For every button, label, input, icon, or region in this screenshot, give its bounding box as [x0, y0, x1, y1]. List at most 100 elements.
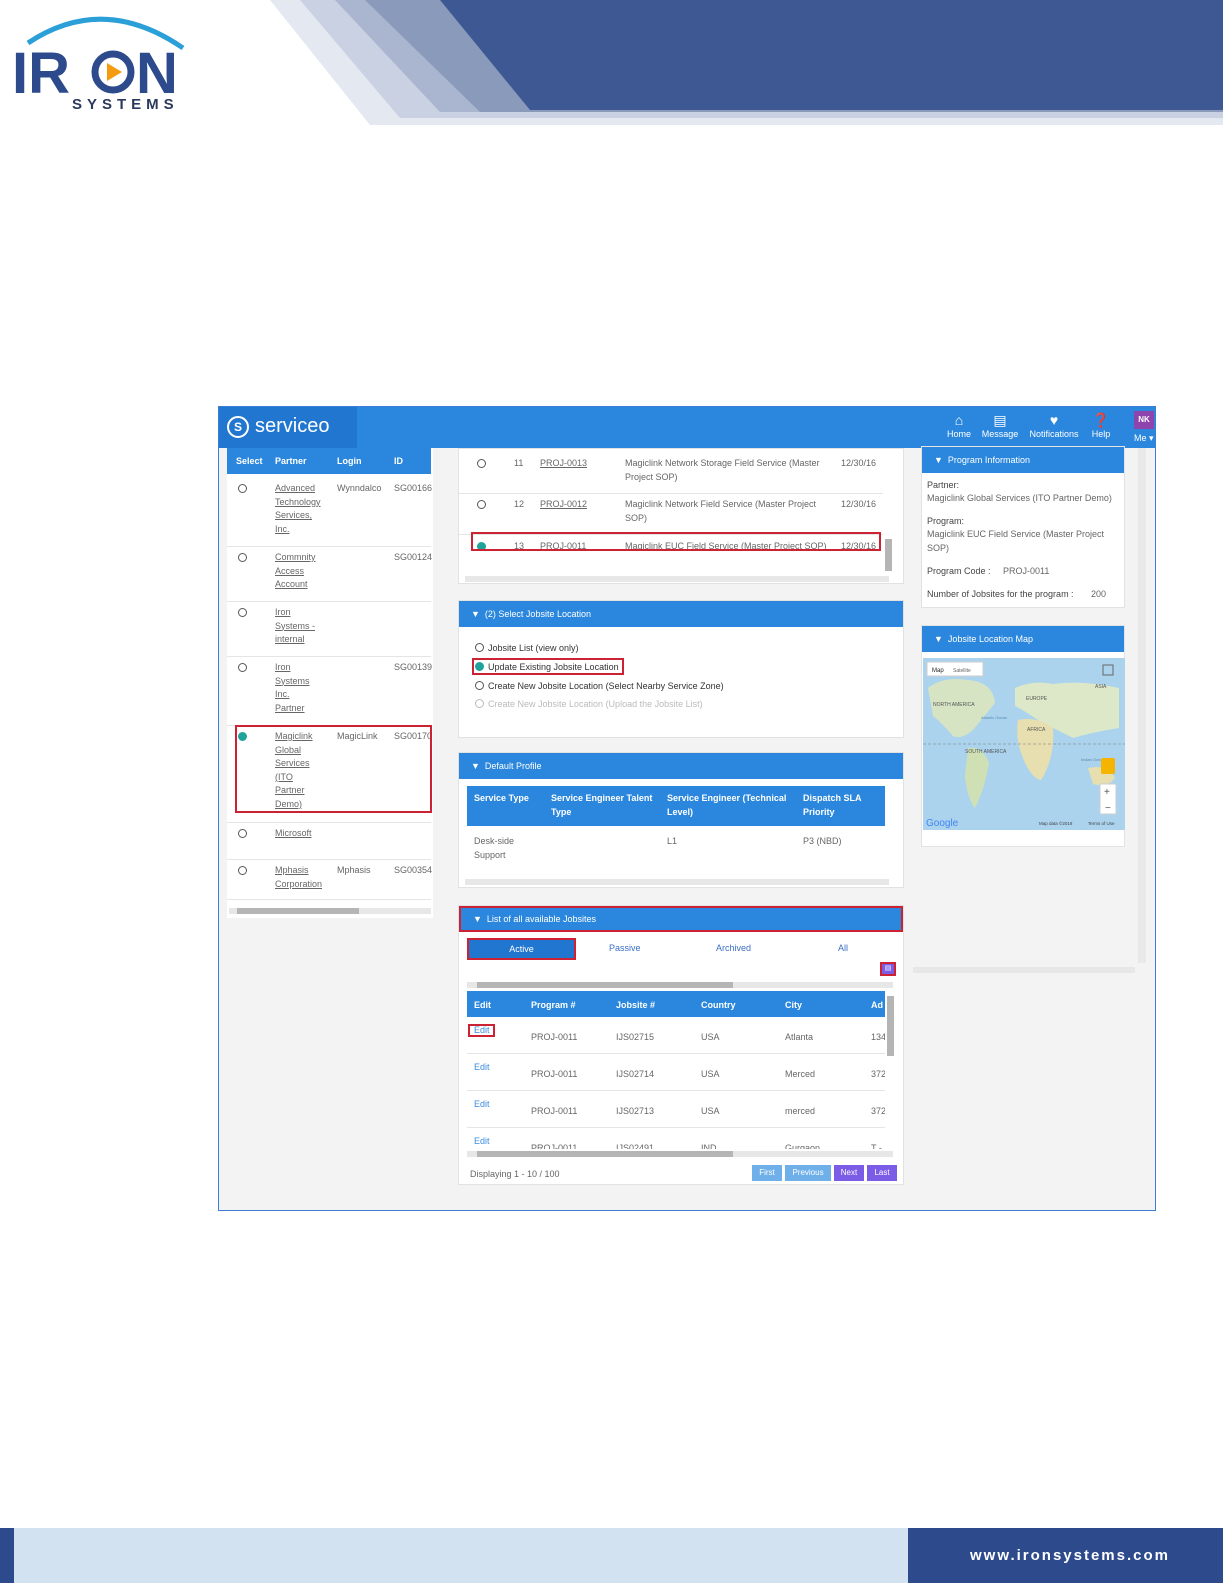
profile-hscroll[interactable]: [465, 879, 889, 885]
jobsite-map-title: Jobsite Location Map: [947, 634, 1033, 644]
partner-row[interactable]: Iron Systems - internal: [227, 602, 431, 657]
jobsite-program: PROJ-0011: [531, 1032, 578, 1042]
partner-row[interactable]: Iron Systems Inc. Partner SG00139: [227, 657, 432, 726]
tab-passive[interactable]: Passive: [609, 943, 641, 953]
partner-name-link[interactable]: Iron Systems - internal: [275, 606, 315, 647]
jobsite-row[interactable]: Edit PROJ-0011 IJS02713 USA merced 372: [467, 1091, 885, 1128]
pager-first[interactable]: First: [752, 1165, 782, 1181]
jobsite-count-label: Number of Jobsites for the program :: [927, 589, 1074, 599]
program-info-header[interactable]: ▼ Program Information: [922, 447, 1124, 473]
jobsites-top-hscroll[interactable]: [467, 982, 893, 988]
map-label-africa: AFRICA: [1027, 727, 1046, 733]
jobsites-vscroll[interactable]: [887, 996, 894, 1056]
partner-select-radio[interactable]: [238, 866, 247, 875]
default-profile-header[interactable]: ▼ Default Profile: [459, 753, 903, 779]
footer-url[interactable]: www.ironsystems.com: [970, 1547, 1170, 1564]
program-row[interactable]: 12 PROJ-0012 Magiclink Network Field Servi…: [459, 496, 883, 536]
partner-name-line: Services,: [275, 510, 313, 520]
footer-left-edge: [0, 1528, 14, 1583]
jobsite-program: PROJ-0011: [531, 1106, 578, 1116]
partner-select-radio[interactable]: [238, 663, 247, 672]
jobsite-row[interactable]: Edit PROJ-0011 IJS02714 USA Merced 372: [467, 1054, 885, 1091]
brand[interactable]: S serviceo: [219, 407, 357, 448]
jobsite-address: T - I: [871, 1143, 885, 1149]
partner-row[interactable]: Commnity Access Account SG00124: [227, 547, 433, 602]
column-toggle-icon[interactable]: ▤: [880, 962, 896, 976]
jobsites-title: List of all available Jobsites: [486, 914, 596, 924]
program-name: Magiclink Network Storage Field Service …: [625, 458, 820, 482]
partner-row[interactable]: Advanced Technology Services, Inc. Wynndalco…: [227, 478, 432, 547]
partner-select-radio[interactable]: [238, 553, 247, 562]
footer-light-band: [0, 1528, 908, 1583]
partner-name-link[interactable]: Microsoft: [275, 827, 312, 841]
program-code-link[interactable]: PROJ-0012: [540, 498, 587, 512]
pager-next[interactable]: Next: [834, 1165, 864, 1181]
jobsite-city: Atlanta: [785, 1032, 814, 1042]
zoom-in-icon: +: [1104, 787, 1110, 798]
partner-name-line: Systems: [275, 675, 310, 686]
program-code-label: Program Code :: [927, 566, 991, 576]
partner-row[interactable]: Mphasis Corporation Mphasis SG00354: [227, 860, 432, 900]
jobsites-header[interactable]: ▼ List of all available Jobsites: [459, 906, 903, 932]
partner-row[interactable]: Microsoft: [227, 823, 431, 860]
jobsites-bottom-hscroll[interactable]: [467, 1151, 893, 1157]
world-map[interactable]: Map Satellite NORTH AMERICA EUROPE ASIA …: [923, 658, 1125, 830]
nav-help[interactable]: ❓ Help: [1089, 411, 1113, 439]
jobsite-address: 134: [871, 1032, 885, 1042]
partner-select-radio[interactable]: [238, 829, 247, 838]
jobsite-row[interactable]: Edit PROJ-0011 IJS02491 IND Gurgaon T - I: [467, 1128, 885, 1149]
jobsite-map-panel: ▼ Jobsite Location Map Map Satellite NOR…: [921, 625, 1125, 847]
program-select-radio[interactable]: [477, 500, 486, 509]
program-select-radio[interactable]: [477, 459, 486, 468]
nav-message[interactable]: ▤ Message: [980, 411, 1020, 439]
partner-name-link[interactable]: Advanced Technology Services, Inc.: [275, 482, 321, 536]
partner-name-line: Mphasis: [275, 865, 309, 875]
app-name: serviceo: [255, 415, 330, 437]
tab-active[interactable]: Active: [467, 938, 576, 960]
jobsite-edit-link[interactable]: Edit: [474, 1061, 490, 1075]
partner-name-link[interactable]: Commnity Access Account: [275, 551, 316, 592]
jobsite-map-header[interactable]: ▼ Jobsite Location Map: [922, 626, 1124, 652]
radio-jobsite-list[interactable]: [475, 643, 484, 652]
pager-last[interactable]: Last: [867, 1165, 897, 1181]
user-menu[interactable]: Me ▾: [1134, 433, 1154, 444]
jobsite-number: IJS02714: [616, 1069, 655, 1079]
program-list-hscroll[interactable]: [465, 576, 889, 582]
col-country: Country: [701, 1000, 736, 1010]
jobsite-row[interactable]: Edit PROJ-0011 IJS02715 USA Atlanta 134: [467, 1017, 885, 1054]
partner-select-radio[interactable]: [238, 484, 247, 493]
user-avatar[interactable]: NK: [1134, 411, 1154, 429]
partner-table-hscroll[interactable]: [229, 908, 431, 914]
partner-id: SG00124: [394, 552, 433, 562]
program-row[interactable]: 11 PROJ-0013 Magiclink Network Storage Fie…: [459, 455, 883, 495]
partner-name-link[interactable]: Mphasis Corporation: [275, 864, 322, 891]
program-list-panel: 11 PROJ-0013 Magiclink Network Storage Fie…: [458, 448, 904, 584]
jobsite-country: IND: [701, 1143, 717, 1149]
partner-name-link[interactable]: Iron Systems Inc. Partner: [275, 661, 310, 715]
right-column-hscroll[interactable]: [913, 967, 1135, 973]
tab-archived[interactable]: Archived: [716, 943, 751, 953]
partner-name-line: Inc.: [275, 689, 290, 699]
tab-all[interactable]: All: [838, 943, 848, 953]
right-column-vscroll[interactable]: [1138, 448, 1146, 963]
nav-message-label: Message: [981, 429, 1019, 439]
map-attribution: Map data ©2018: [1039, 820, 1073, 826]
map-label-asia: ASIA: [1095, 684, 1107, 690]
col-jobsite: Jobsite #: [616, 1000, 656, 1010]
jobsite-location-header[interactable]: ▼ (2) Select Jobsite Location: [459, 601, 903, 627]
program-code-link[interactable]: PROJ-0013: [540, 457, 587, 471]
program-info-title: Program Information: [947, 455, 1030, 465]
jobsite-edit-link[interactable]: Edit: [474, 1135, 490, 1149]
default-profile-panel: ▼ Default Profile Service Type Service E…: [458, 752, 904, 888]
partner-select-radio[interactable]: [238, 608, 247, 617]
program-list-vscroll[interactable]: [885, 539, 892, 571]
partner-value: Magiclink Global Services (ITO Partner D…: [927, 493, 1112, 503]
partner-name-line: Microsoft: [275, 828, 312, 838]
jobsite-edit-link[interactable]: Edit: [474, 1098, 490, 1112]
pegman-icon: [1101, 758, 1115, 774]
option-label: Create New Jobsite Location (Upload the …: [488, 699, 703, 709]
nav-notifications[interactable]: ♥ Notifications: [1028, 411, 1080, 439]
radio-create-new-zone[interactable]: [475, 681, 484, 690]
nav-home[interactable]: ⌂ Home: [944, 411, 974, 439]
pager-previous[interactable]: Previous: [785, 1165, 831, 1181]
